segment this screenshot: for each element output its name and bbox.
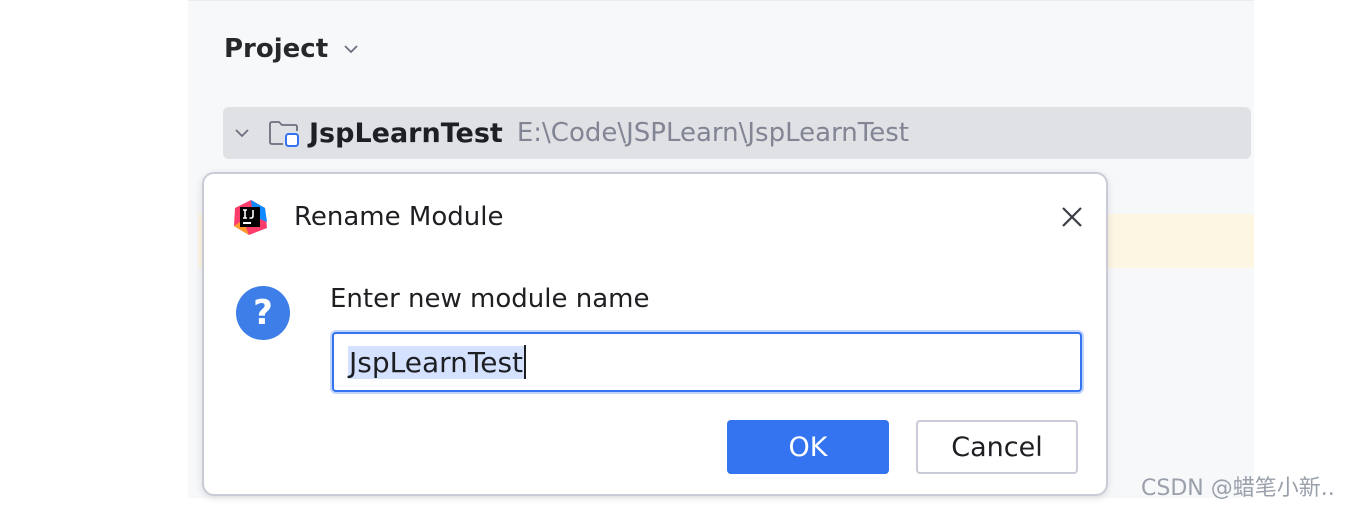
ok-button[interactable]: OK [727, 420, 889, 474]
chevron-down-icon [344, 45, 358, 54]
text-caret [524, 345, 527, 379]
module-name-input[interactable]: JspLearnTest [332, 332, 1082, 392]
rename-module-dialog: Rename Module ? Enter new module name Js… [202, 172, 1108, 496]
module-name-label: Enter new module name [330, 284, 650, 314]
question-icon: ? [236, 286, 290, 340]
project-path: E:\Code\JSPLearn\JspLearnTest [516, 118, 909, 148]
tree-row-project-root[interactable]: JspLearnTest E:\Code\JSPLearn\JspLearnTe… [223, 107, 1251, 159]
chevron-down-icon[interactable] [233, 124, 251, 142]
dialog-title: Rename Module [294, 202, 504, 232]
intellij-idea-logo-icon [234, 200, 267, 235]
project-view-selector[interactable]: Project [224, 34, 360, 64]
module-folder-icon [269, 121, 299, 147]
close-icon[interactable] [1057, 202, 1087, 232]
project-view-title: Project [224, 34, 329, 64]
cancel-button[interactable]: Cancel [916, 420, 1078, 474]
module-name-value[interactable]: JspLearnTest [348, 345, 525, 379]
project-name: JspLearnTest [309, 117, 503, 149]
watermark: CSDN @蜡笔小新.. [1141, 476, 1335, 501]
